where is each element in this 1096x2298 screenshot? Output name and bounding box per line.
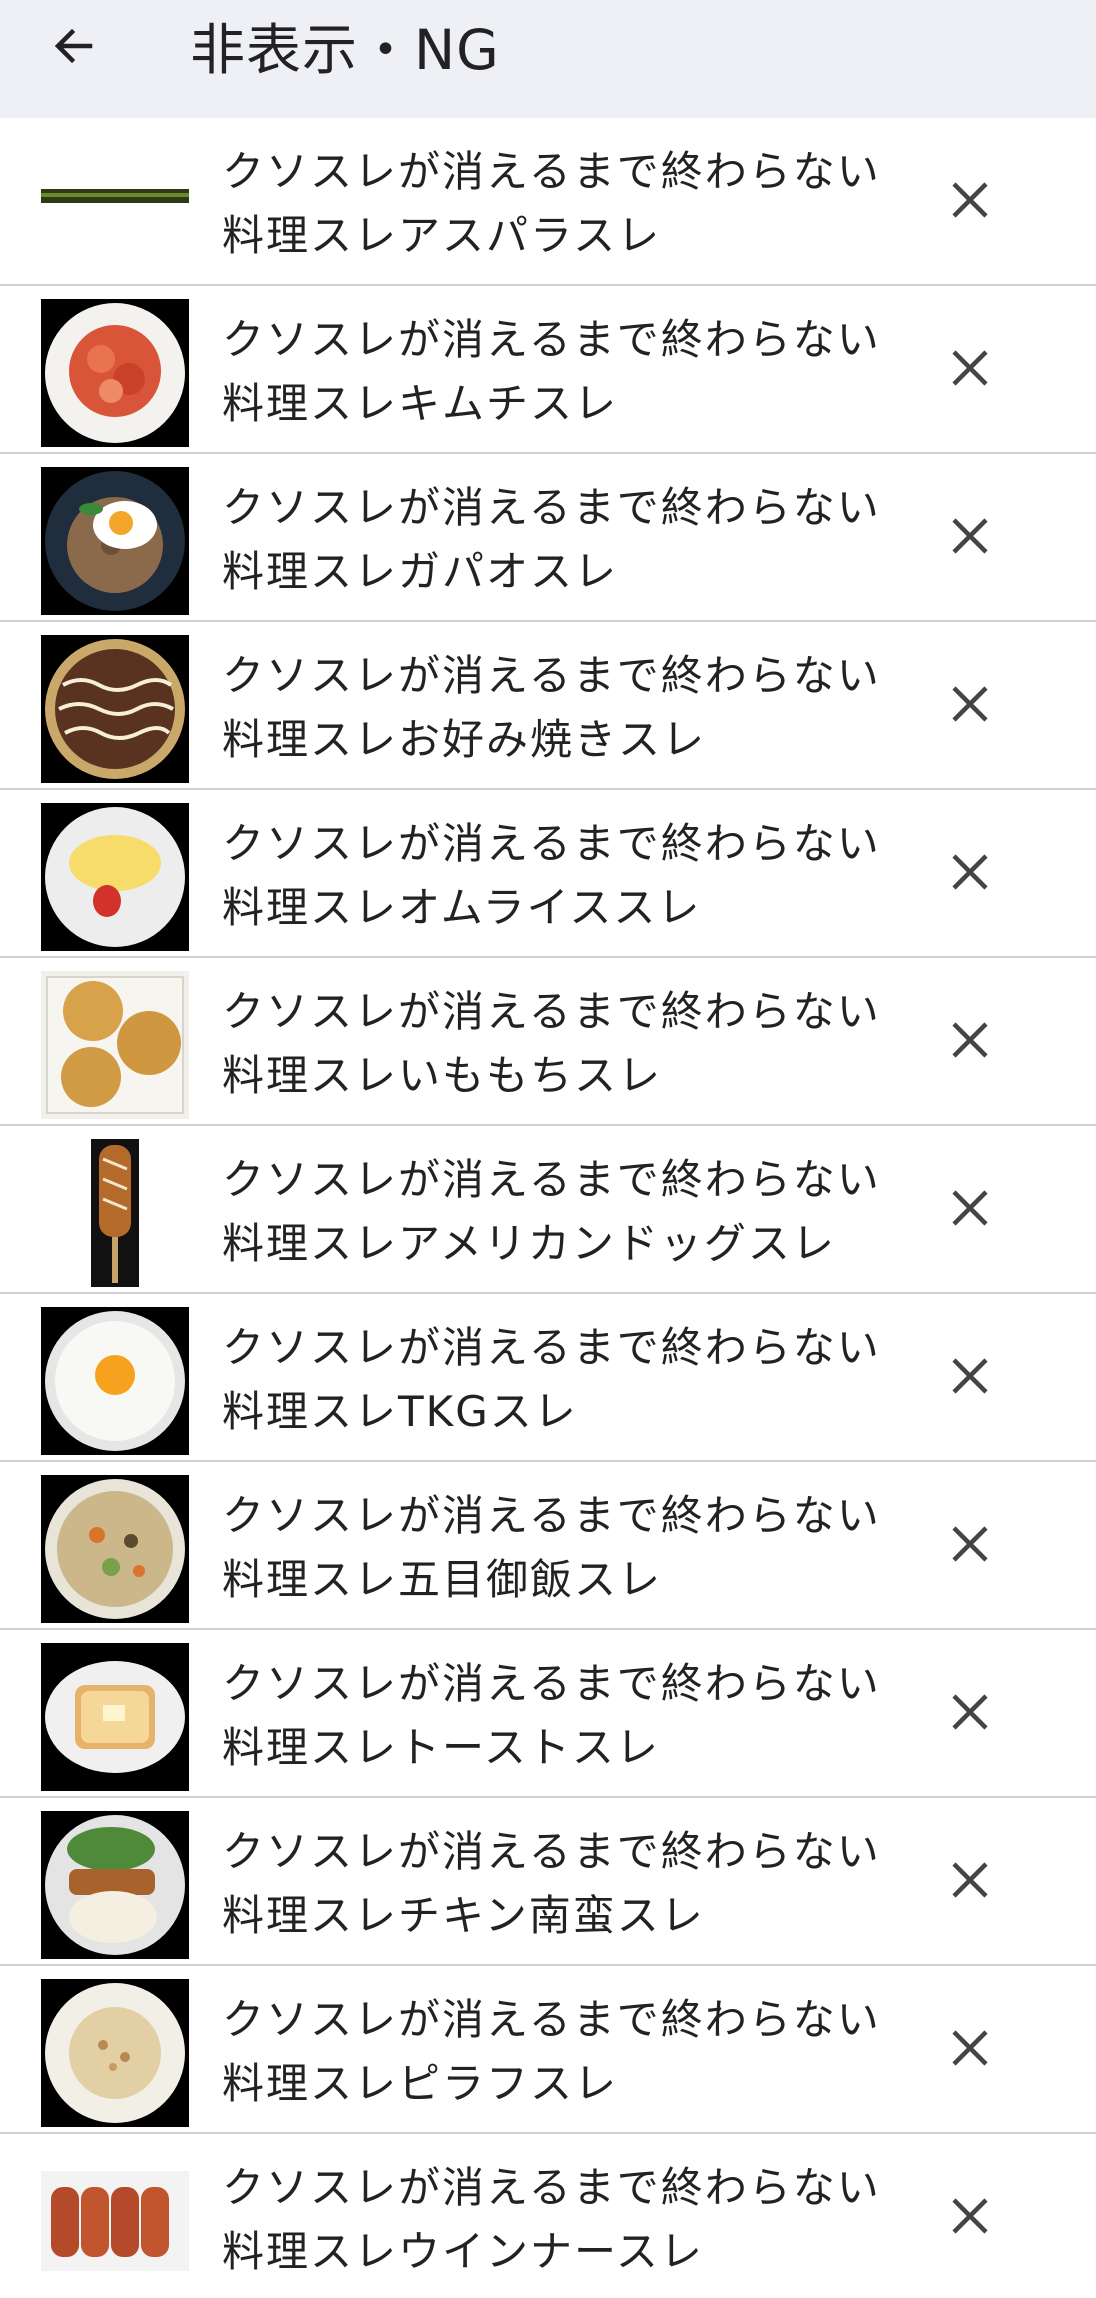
thread-title-line2: 料理スレキムチスレ: [222, 379, 619, 428]
page-title: 非表示・NG: [190, 18, 500, 82]
remove-button[interactable]: [940, 2018, 1000, 2078]
close-icon: [952, 1694, 988, 1730]
thread-title[interactable]: クソスレが消えるまで終わらない 料理スレアメリカンドッグスレ: [222, 1148, 902, 1276]
remove-button[interactable]: [940, 506, 1000, 566]
list-item: クソスレが消えるまで終わらない 料理スレ五目御飯スレ: [0, 1462, 1096, 1630]
thread-title-line1: クソスレが消えるまで終わらない: [222, 1491, 881, 1540]
remove-button[interactable]: [940, 1178, 1000, 1238]
thread-thumbnail[interactable]: [41, 635, 189, 783]
thread-thumbnail[interactable]: [41, 2147, 189, 2295]
list-item: クソスレが消えるまで終わらない 料理スレいももちスレ: [0, 958, 1096, 1126]
app-bar: 非表示・NG: [0, 0, 1096, 118]
thread-title-line1: クソスレが消えるまで終わらない: [222, 1827, 881, 1876]
arrow-left-icon: [54, 28, 93, 64]
thread-title[interactable]: クソスレが消えるまで終わらない 料理スレチキン南蛮スレ: [222, 1820, 902, 1948]
thread-title-line2: 料理スレオムライススレ: [222, 883, 702, 932]
thread-title-line1: クソスレが消えるまで終わらない: [222, 2163, 881, 2212]
remove-button[interactable]: [940, 338, 1000, 398]
thread-title-line1: クソスレが消えるまで終わらない: [222, 1995, 881, 2044]
list-item: クソスレが消えるまで終わらない 料理スレTKGスレ: [0, 1294, 1096, 1462]
remove-button[interactable]: [940, 1682, 1000, 1742]
thread-thumbnail[interactable]: [41, 299, 189, 447]
close-icon: [952, 686, 988, 722]
thread-title[interactable]: クソスレが消えるまで終わらない 料理スレガパオスレ: [222, 476, 902, 604]
thread-title-line1: クソスレが消えるまで終わらない: [222, 1659, 881, 1708]
close-icon: [952, 1862, 988, 1898]
thread-title-line2: 料理スレチキン南蛮スレ: [222, 1891, 705, 1940]
thread-title[interactable]: クソスレが消えるまで終わらない 料理スレTKGスレ: [222, 1316, 902, 1444]
thread-title[interactable]: クソスレが消えるまで終わらない 料理スレピラフスレ: [222, 1988, 902, 2116]
thread-thumbnail[interactable]: [41, 1643, 189, 1791]
close-icon: [952, 518, 988, 554]
list-item: クソスレが消えるまで終わらない 料理スレお好み焼きスレ: [0, 622, 1096, 790]
close-icon: [952, 1358, 988, 1394]
close-icon: [952, 2198, 988, 2234]
thread-title-line1: クソスレが消えるまで終わらない: [222, 147, 881, 196]
remove-button[interactable]: [940, 1010, 1000, 1070]
thread-thumbnail[interactable]: [41, 1307, 189, 1455]
thread-title-line2: 料理スレガパオスレ: [222, 547, 619, 596]
list-item: クソスレが消えるまで終わらない 料理スレガパオスレ: [0, 454, 1096, 622]
thread-title-line2: 料理スレいももちスレ: [222, 1051, 663, 1100]
thread-title-line2: 料理スレお好み焼きスレ: [222, 715, 707, 764]
close-icon: [952, 1022, 988, 1058]
hidden-thread-list: クソスレが消えるまで終わらない 料理スレアスパラスレ クソスレが消えるまで終わら…: [0, 118, 1096, 2298]
list-item: クソスレが消えるまで終わらない 料理スレアスパラスレ: [0, 118, 1096, 286]
thread-title[interactable]: クソスレが消えるまで終わらない 料理スレ五目御飯スレ: [222, 1484, 902, 1612]
thread-thumbnail[interactable]: [41, 1139, 189, 1287]
close-icon: [952, 350, 988, 386]
thread-title-line2: 料理スレTKGスレ: [222, 1387, 578, 1436]
list-item: クソスレが消えるまで終わらない 料理スレピラフスレ: [0, 1966, 1096, 2134]
thread-title-line2: 料理スレウインナースレ: [222, 2227, 704, 2276]
thread-title-line2: 料理スレ五目御飯スレ: [222, 1555, 663, 1604]
back-button[interactable]: [46, 18, 102, 74]
thread-thumbnail[interactable]: [41, 131, 189, 279]
close-icon: [952, 182, 988, 218]
thread-title-line2: 料理スレピラフスレ: [222, 2059, 619, 2108]
thread-title-line1: クソスレが消えるまで終わらない: [222, 819, 881, 868]
thread-thumbnail[interactable]: [41, 971, 189, 1119]
thread-title-line1: クソスレが消えるまで終わらない: [222, 987, 881, 1036]
list-item: クソスレが消えるまで終わらない 料理スレトーストスレ: [0, 1630, 1096, 1798]
thread-title[interactable]: クソスレが消えるまで終わらない 料理スレいももちスレ: [222, 980, 902, 1108]
remove-button[interactable]: [940, 674, 1000, 734]
remove-button[interactable]: [940, 842, 1000, 902]
thread-title-line1: クソスレが消えるまで終わらない: [222, 1155, 881, 1204]
remove-button[interactable]: [940, 170, 1000, 230]
thread-title[interactable]: クソスレが消えるまで終わらない 料理スレトーストスレ: [222, 1652, 902, 1780]
thread-title-line1: クソスレが消えるまで終わらない: [222, 651, 881, 700]
thread-thumbnail[interactable]: [41, 467, 189, 615]
close-icon: [952, 854, 988, 890]
thread-title-line2: 料理スレアメリカンドッグスレ: [222, 1219, 836, 1268]
list-item: クソスレが消えるまで終わらない 料理スレキムチスレ: [0, 286, 1096, 454]
thread-title-line1: クソスレが消えるまで終わらない: [222, 483, 881, 532]
remove-button[interactable]: [940, 1850, 1000, 1910]
list-item: クソスレが消えるまで終わらない 料理スレウインナースレ: [0, 2134, 1096, 2298]
close-icon: [952, 1526, 988, 1562]
list-item: クソスレが消えるまで終わらない 料理スレアメリカンドッグスレ: [0, 1126, 1096, 1294]
close-icon: [952, 1190, 988, 1226]
thread-thumbnail[interactable]: [41, 1811, 189, 1959]
thread-title[interactable]: クソスレが消えるまで終わらない 料理スレキムチスレ: [222, 308, 902, 436]
thread-title[interactable]: クソスレが消えるまで終わらない 料理スレお好み焼きスレ: [222, 644, 902, 772]
thread-thumbnail[interactable]: [41, 1475, 189, 1623]
thread-title-line1: クソスレが消えるまで終わらない: [222, 1323, 881, 1372]
remove-button[interactable]: [940, 2186, 1000, 2246]
list-item: クソスレが消えるまで終わらない 料理スレチキン南蛮スレ: [0, 1798, 1096, 1966]
close-icon: [952, 2030, 988, 2066]
remove-button[interactable]: [940, 1346, 1000, 1406]
thread-title[interactable]: クソスレが消えるまで終わらない 料理スレオムライススレ: [222, 812, 902, 940]
thread-thumbnail[interactable]: [41, 803, 189, 951]
remove-button[interactable]: [940, 1514, 1000, 1574]
thread-title-line2: 料理スレトーストスレ: [222, 1723, 660, 1772]
thread-title[interactable]: クソスレが消えるまで終わらない 料理スレウインナースレ: [222, 2156, 902, 2284]
thread-title-line2: 料理スレアスパラスレ: [222, 211, 662, 260]
thread-title[interactable]: クソスレが消えるまで終わらない 料理スレアスパラスレ: [222, 140, 902, 268]
thread-thumbnail[interactable]: [41, 1979, 189, 2127]
thread-title-line1: クソスレが消えるまで終わらない: [222, 315, 881, 364]
list-item: クソスレが消えるまで終わらない 料理スレオムライススレ: [0, 790, 1096, 958]
